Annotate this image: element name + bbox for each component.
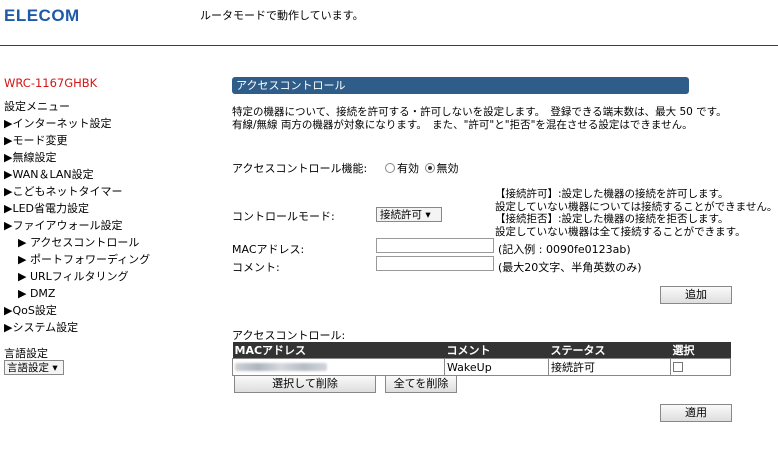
table-header-row: MACアドレス コメント ステータス 選択 — [232, 342, 731, 359]
mode-notes: 【接続許可】:設定した機器の接続を許可します。 設定していない機器については接続… — [495, 188, 777, 238]
column-status: ステータス — [548, 342, 671, 359]
delete-selected-button[interactable]: 選択して削除 — [234, 375, 376, 393]
note-line: 【接続拒否】:設定した機器の接続を拒否します。 — [495, 213, 729, 225]
redacted-mac — [235, 362, 327, 371]
sidebar-menu: 設定メニュー ▶インターネット設定 ▶モード変更 ▶無線設定 ▶WAN＆LAN設… — [4, 98, 150, 336]
sidebar-subitem-access-control[interactable]: ▶ アクセスコントロール — [4, 234, 150, 251]
note-line: 設定していない機器については接続することができません。 — [495, 200, 778, 213]
disable-radio[interactable] — [424, 163, 435, 173]
comment-label: コメント: — [232, 261, 280, 274]
add-button[interactable]: 追加 — [660, 286, 732, 304]
column-select: 選択 — [670, 342, 731, 359]
note-line: 設定していない機器は全て接続することができます。 — [495, 225, 746, 238]
page-title: アクセスコントロール — [232, 77, 689, 94]
status-cell: 接続許可 — [548, 358, 671, 376]
sidebar-item-wireless[interactable]: ▶無線設定 — [4, 149, 150, 166]
sidebar-item-led[interactable]: ▶LED省電力設定 — [4, 200, 150, 217]
sidebar-subitem-port-forwarding[interactable]: ▶ ポートフォワーディング — [4, 251, 150, 268]
elecom-logo: ELECOM — [4, 6, 80, 25]
language-select[interactable]: 言語設定 ▾ — [4, 360, 64, 375]
enable-radio[interactable] — [385, 163, 395, 173]
sidebar-item-kids-timer[interactable]: ▶こどもネットタイマー — [4, 183, 150, 200]
apply-button[interactable]: 適用 — [660, 404, 732, 422]
sidebar-subitem-dmz[interactable]: ▶ DMZ — [4, 285, 150, 302]
sidebar-item-wan-lan[interactable]: ▶WAN＆LAN設定 — [4, 166, 150, 183]
row-select-checkbox[interactable] — [673, 361, 683, 372]
disable-radio-label: 無効 — [436, 162, 459, 175]
menu-title: 設定メニュー — [4, 100, 70, 113]
control-mode-label: コントロールモード: — [232, 210, 335, 223]
mac-label: MACアドレス: — [232, 243, 305, 256]
model-name: WRC-1167GHBK — [4, 76, 98, 90]
mac-cell-redacted — [232, 358, 445, 376]
mode-status-text: ルータモードで動作しています。 — [200, 9, 364, 22]
description-line-1: 特定の機器について、接続を許可する・許可しないを設定します。 登録できる端末数は… — [232, 106, 727, 118]
note-line: 【接続許可】:設定した機器の接続を許可します。 — [495, 188, 729, 200]
sidebar-subitem-url-filter[interactable]: ▶ URLフィルタリング — [4, 268, 150, 285]
table-title: アクセスコントロール: — [232, 329, 346, 342]
delete-all-button[interactable]: 全てを削除 — [385, 375, 457, 393]
sidebar-item-mode[interactable]: ▶モード変更 — [4, 132, 150, 149]
control-mode-select[interactable]: 接続許可 ▾ — [376, 207, 442, 222]
comment-cell: WakeUp — [444, 358, 549, 376]
sidebar-item-system[interactable]: ▶システム設定 — [4, 319, 150, 336]
sidebar-item-qos[interactable]: ▶QoS設定 — [4, 302, 150, 319]
comment-input[interactable] — [376, 256, 494, 271]
mac-hint: (記入例 : 0090fe0123ab) — [498, 243, 631, 256]
select-cell — [670, 358, 731, 376]
header-divider — [0, 45, 778, 46]
mac-address-input[interactable] — [376, 238, 494, 253]
function-radio-group: 有効 無効 — [385, 160, 459, 176]
sidebar-item-internet[interactable]: ▶インターネット設定 — [4, 115, 150, 132]
column-mac: MACアドレス — [232, 342, 445, 359]
sidebar-item-firewall[interactable]: ▶ファイアウォール設定 — [4, 217, 150, 234]
access-control-table: MACアドレス コメント ステータス 選択 WakeUp 接続許可 — [232, 342, 731, 376]
page-description: 特定の機器について、接続を許可する・許可しないを設定します。 登録できる端末数は… — [232, 106, 727, 132]
comment-hint: (最大20文字、半角英数のみ) — [498, 261, 642, 274]
enable-radio-label: 有効 — [397, 162, 419, 175]
function-label: アクセスコントロール機能: — [232, 162, 368, 175]
table-row: WakeUp 接続許可 — [232, 358, 731, 376]
description-line-2: 有線/無線 両方の機器が対象になります。 また、"許可"と"拒否"を混在させる設… — [232, 119, 693, 131]
column-comment: コメント — [444, 342, 549, 359]
